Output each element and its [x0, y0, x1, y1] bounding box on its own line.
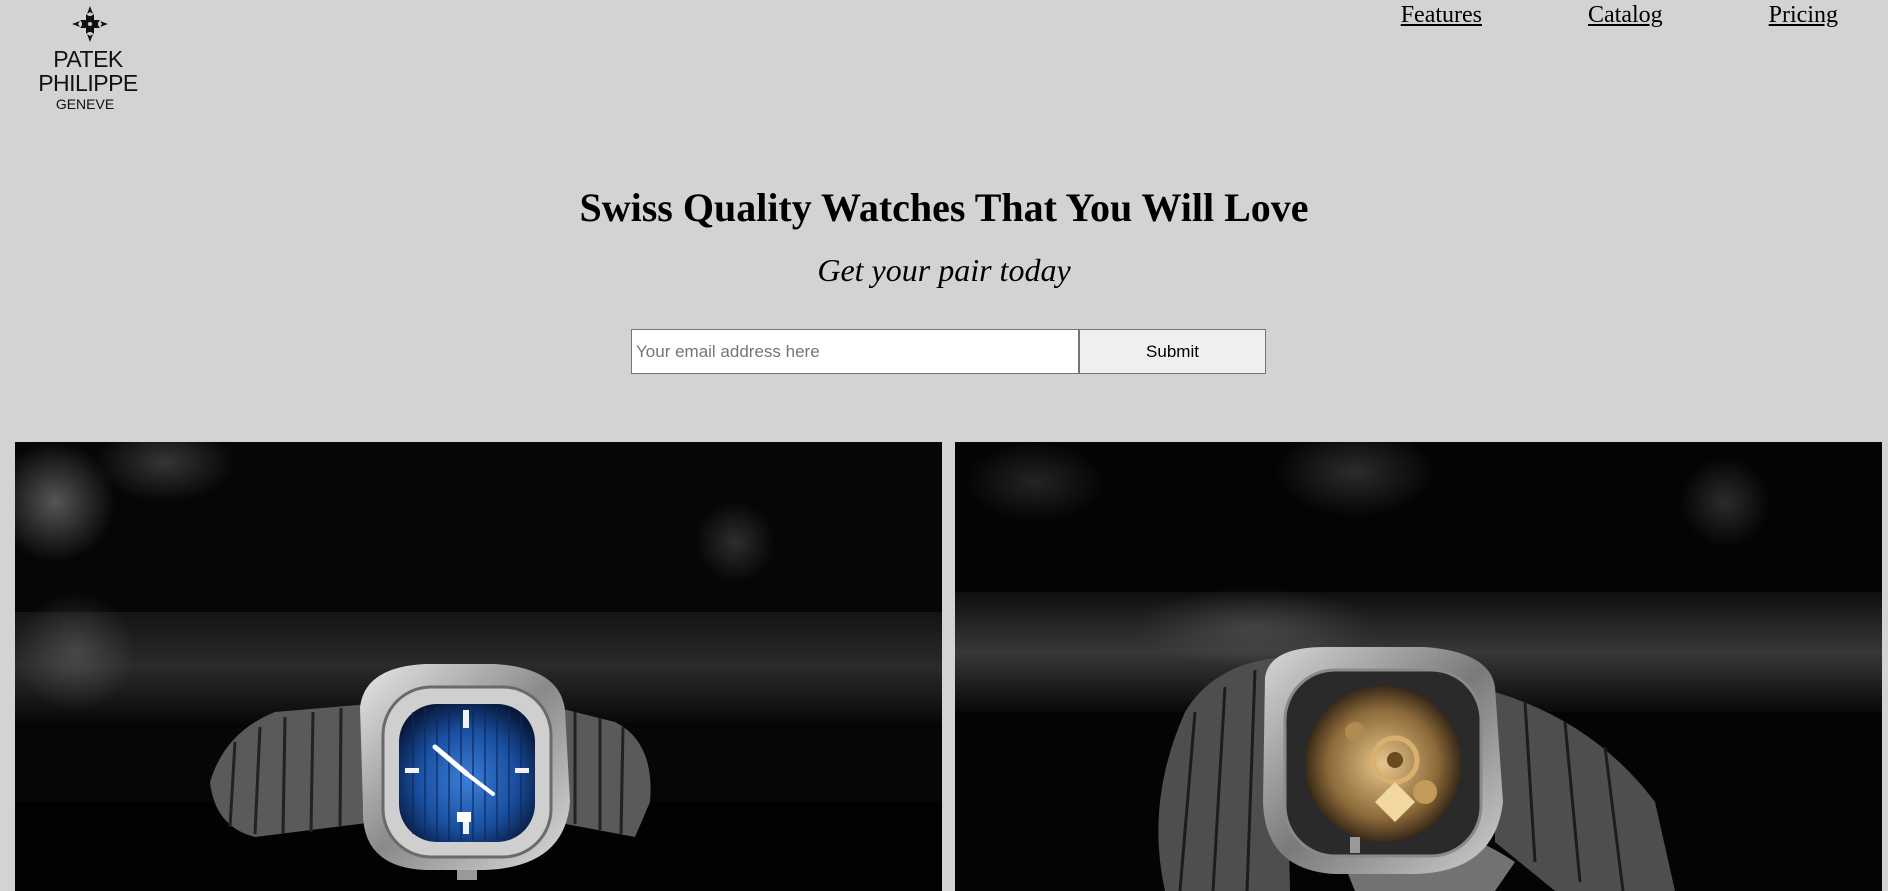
site-header: PATEK PHILIPPE GENEVE Features Catalog P…	[0, 0, 1888, 112]
watch-caseback-image	[955, 442, 1882, 891]
hero-subtitle: Get your pair today	[817, 252, 1071, 288]
main-nav: Features Catalog Pricing	[1295, 2, 1838, 29]
submit-button[interactable]: Submit	[1079, 329, 1266, 374]
watch-front-image	[15, 442, 942, 891]
signup-form: Submit	[631, 329, 1266, 374]
hero-title: Swiss Quality Watches That You Will Love	[579, 185, 1309, 230]
nav-link-catalog[interactable]: Catalog	[1588, 2, 1663, 29]
watch-caseback-photo	[955, 442, 1882, 891]
hero-section: Swiss Quality Watches That You Will Love…	[0, 180, 1888, 292]
brand-name: PATEK PHILIPPE	[38, 46, 138, 96]
brand-logo[interactable]: PATEK PHILIPPE GENEVE	[8, 4, 172, 112]
email-input[interactable]	[631, 329, 1079, 374]
watch-front-photo	[15, 442, 942, 891]
nav-link-pricing[interactable]: Pricing	[1769, 2, 1838, 29]
brand-city: GENEVE	[55, 96, 115, 112]
calatrava-cross-icon	[72, 6, 108, 42]
product-gallery	[15, 442, 1882, 891]
nav-link-features[interactable]: Features	[1401, 2, 1482, 29]
